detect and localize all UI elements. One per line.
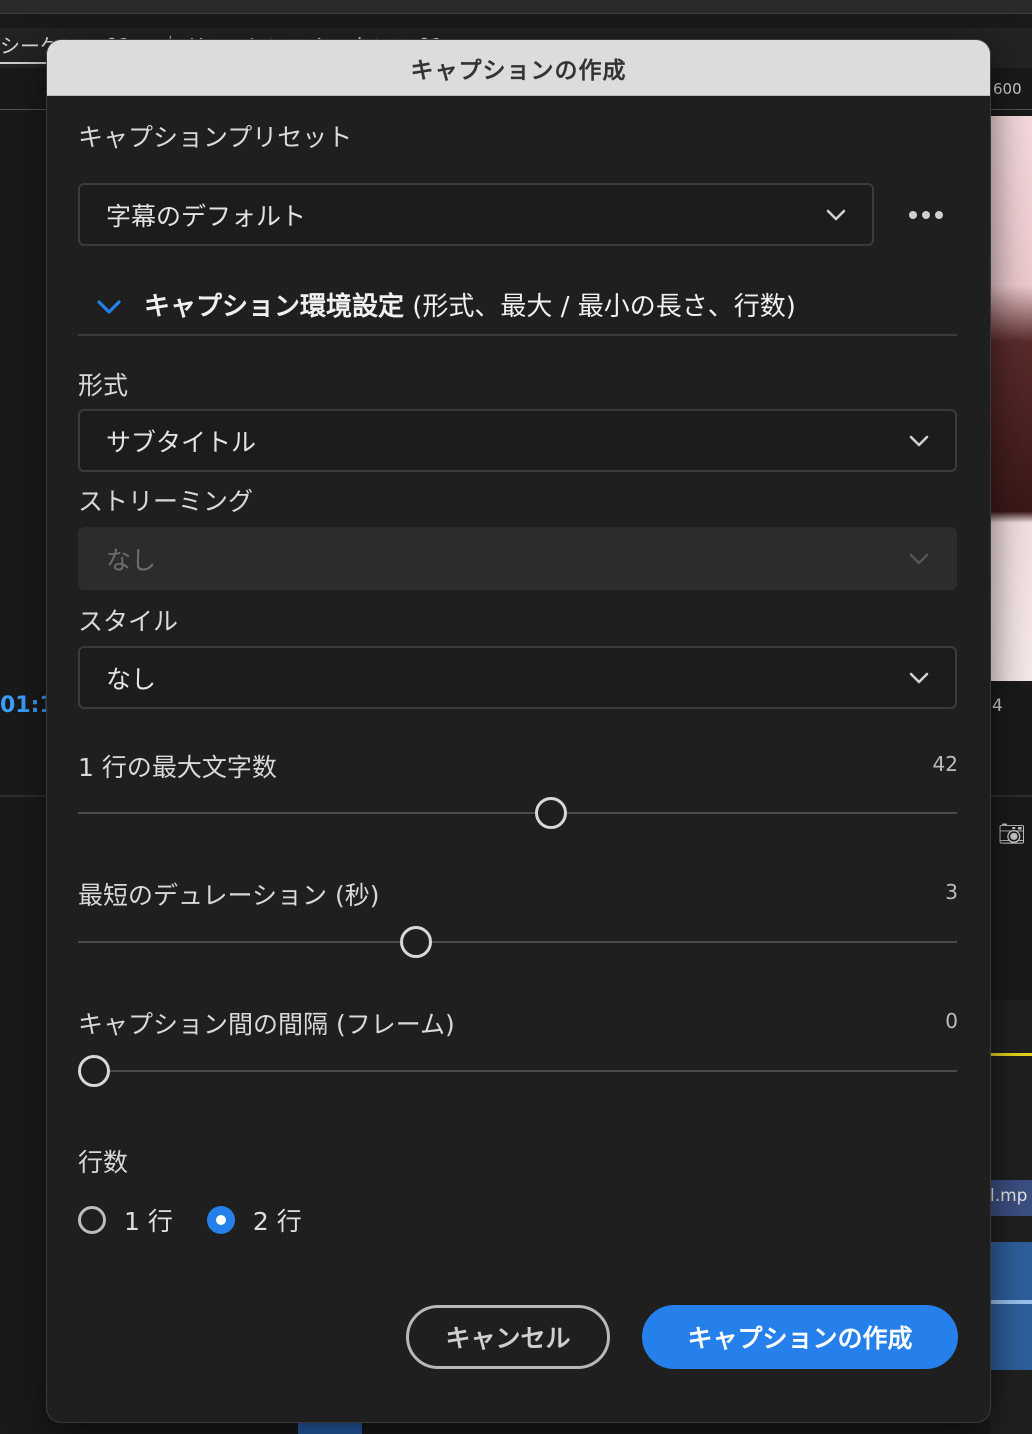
gap-slider[interactable] [78, 1055, 957, 1087]
dialog-title: キャプションの作成 [410, 57, 627, 84]
dialog-titlebar[interactable]: キャプションの作成 [47, 40, 990, 96]
format-value: サブタイトル [106, 427, 257, 457]
gap-slider-thumb[interactable] [78, 1055, 110, 1087]
camera-icon[interactable]: 📷︎ [998, 822, 1026, 847]
chevron-down-icon[interactable] [96, 296, 122, 318]
lines-radio-group: 1 行 2 行 [78, 1202, 336, 1238]
chevron-down-icon [909, 553, 929, 565]
work-area-bar [990, 1053, 1032, 1056]
radio-button[interactable] [78, 1206, 106, 1234]
streaming-label: ストリーミング [78, 487, 254, 516]
max-chars-value: 42 [932, 752, 958, 776]
ruler-label: 600 [993, 80, 1022, 98]
gap-value: 0 [945, 1009, 958, 1033]
preset-value: 字幕のデフォルト [106, 201, 307, 231]
chevron-down-icon [826, 209, 846, 221]
min-duration-label: 最短のデュレーション (秒) [78, 881, 380, 910]
gap-label: キャプション間の間隔 (フレーム) [78, 1010, 455, 1039]
lines-option-1[interactable]: 1 行 [78, 1202, 173, 1238]
create-captions-dialog: キャプションの作成 キャプションプリセット 字幕のデフォルト キャプション環境設… [47, 40, 990, 1422]
monitor-zoom-value: 4 [992, 696, 1003, 716]
style-dropdown[interactable]: なし [78, 646, 957, 709]
radio-button-selected[interactable] [206, 1206, 235, 1234]
style-label: スタイル [78, 607, 179, 636]
preset-dropdown[interactable]: 字幕のデフォルト [78, 183, 874, 246]
section-title-bold: キャプション環境設定 [144, 292, 405, 322]
time-ruler-left [0, 80, 50, 110]
streaming-value: なし [106, 545, 157, 575]
style-value: なし [106, 664, 157, 694]
lines-label: 行数 [78, 1148, 129, 1177]
app-menubar [0, 0, 1032, 14]
max-chars-slider[interactable] [78, 797, 957, 829]
max-chars-slider-thumb[interactable] [535, 797, 568, 829]
min-duration-value: 3 [945, 880, 958, 904]
min-duration-slider[interactable] [78, 926, 957, 958]
streaming-dropdown: なし [78, 527, 957, 590]
more-horizontal-icon[interactable] [905, 205, 947, 225]
program-monitor-video [990, 116, 1032, 681]
cancel-button[interactable]: キャンセル [406, 1305, 610, 1369]
chevron-down-icon [909, 672, 929, 684]
format-label: 形式 [78, 371, 129, 400]
section-title: キャプション環境設定 (形式、最大 / 最小の長さ、行数) [144, 286, 796, 323]
audio-waveform-divider [990, 1300, 1032, 1304]
format-dropdown[interactable]: サブタイトル [78, 409, 957, 472]
lines-option-label: 1 行 [124, 1207, 173, 1236]
lines-option-label: 2 行 [252, 1207, 302, 1236]
audio-clip[interactable] [990, 1242, 1032, 1370]
video-clip[interactable]: l.mp [990, 1180, 1032, 1216]
min-duration-slider-thumb[interactable] [399, 926, 432, 958]
create-captions-button[interactable]: キャプションの作成 [642, 1305, 958, 1369]
preset-label: キャプションプリセット [78, 123, 353, 152]
caption-preferences-section[interactable]: キャプション環境設定 (形式、最大 / 最小の長さ、行数) [78, 278, 957, 336]
max-chars-label: 1 行の最大文字数 [78, 753, 277, 782]
chevron-down-icon [909, 435, 929, 447]
lines-option-2[interactable]: 2 行 [206, 1202, 302, 1238]
section-title-detail: (形式、最大 / 最小の長さ、行数) [404, 292, 796, 322]
track-label-a2[interactable] [298, 1420, 362, 1434]
